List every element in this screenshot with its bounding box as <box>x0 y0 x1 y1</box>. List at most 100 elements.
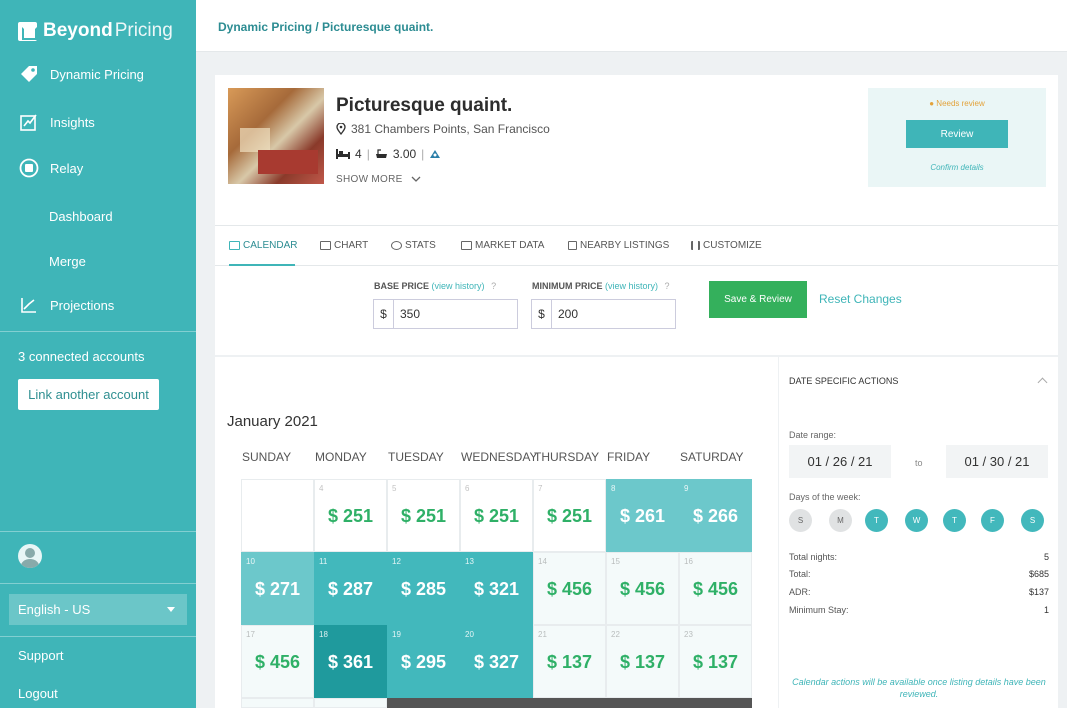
calendar-day[interactable]: 9 $ 266 <box>679 479 752 552</box>
calendar-day[interactable]: 5 $ 251 <box>387 479 460 552</box>
bath-icon <box>375 148 387 158</box>
nav-dashboard[interactable]: Dashboard <box>49 209 113 224</box>
day-number: 16 <box>684 557 693 566</box>
weekday-header: WEDNESDAY <box>461 450 538 464</box>
address-text: 381 Chambers Points, San Francisco <box>351 122 550 136</box>
tab-stats[interactable]: STATS <box>391 240 436 251</box>
stat-value: $685 <box>1028 569 1049 579</box>
active-tab-indicator <box>229 264 295 266</box>
calendar-day[interactable]: 6 $ 251 <box>460 479 533 552</box>
calendar-day-partial[interactable] <box>387 698 460 708</box>
calendar-day[interactable]: 8 $ 261 <box>606 479 679 552</box>
day-number: 19 <box>392 630 401 639</box>
show-more-toggle[interactable]: SHOW MORE <box>336 174 421 185</box>
calendar-day[interactable]: 15 $ 456 <box>606 552 679 625</box>
day-price: $ 266 <box>692 506 739 526</box>
reset-changes-link[interactable]: Reset Changes <box>819 292 902 306</box>
calendar-day[interactable]: 10 $ 271 <box>241 552 314 625</box>
date-range-label: Date range: <box>789 430 837 440</box>
min-help-icon[interactable]: ? <box>665 281 670 291</box>
tab-nearby-listings[interactable]: NEARBY LISTINGS <box>568 240 669 251</box>
chevron-up-icon[interactable] <box>1037 377 1048 388</box>
user-avatar-icon[interactable] <box>18 544 42 568</box>
calendar-day[interactable]: 18 $ 361 <box>314 625 387 698</box>
calendar-day[interactable]: 4 $ 251 <box>314 479 387 552</box>
day-number: 6 <box>465 484 470 493</box>
nav-projections[interactable]: Projections <box>18 295 114 315</box>
nav-insights[interactable]: Insights <box>18 112 95 132</box>
beds-count: 4 <box>355 147 362 161</box>
day-number: 15 <box>611 557 620 566</box>
calendar-day[interactable]: 19 $ 295 <box>387 625 460 698</box>
tab-chart[interactable]: CHART <box>320 240 368 251</box>
top-bar: Dynamic Pricing / Picturesque quaint. <box>196 0 1067 52</box>
weekday-toggle-thursday[interactable]: T <box>943 509 966 532</box>
calendar-day[interactable]: 14 $ 456 <box>533 552 606 625</box>
weekday-toggle-wednesday[interactable]: W <box>905 509 928 532</box>
stat-label: ADR: <box>789 587 811 597</box>
weekday-header: SUNDAY <box>242 450 292 464</box>
brand-logo[interactable]: Beyond Pricing <box>18 20 173 42</box>
date-from-input[interactable]: 01 / 26 / 21 <box>789 445 891 478</box>
projections-icon <box>18 295 40 315</box>
tab-market-data[interactable]: MARKET DATA <box>461 240 544 251</box>
tab-calendar[interactable]: CALENDAR <box>229 240 297 251</box>
calendar-day[interactable]: 7 $ 251 <box>533 479 606 552</box>
logout-link[interactable]: Logout <box>18 686 58 701</box>
min-view-history-link[interactable]: (view history) <box>605 281 658 291</box>
calendar-day[interactable]: 23 $ 137 <box>679 625 752 698</box>
brand-name-light: Pricing <box>114 20 173 41</box>
currency-symbol: $ <box>374 300 394 328</box>
day-price: $ 251 <box>473 506 520 526</box>
weekday-toggle-tuesday[interactable]: T <box>865 509 888 532</box>
base-help-icon[interactable]: ? <box>491 281 496 291</box>
calendar-day-partial[interactable] <box>241 698 314 708</box>
tab-customize[interactable]: CUSTOMIZE <box>691 240 762 251</box>
weekday-toggle-saturday[interactable]: S <box>1021 509 1044 532</box>
breadcrumb[interactable]: Dynamic Pricing / Picturesque quaint. <box>218 20 433 34</box>
tab-label: CUSTOMIZE <box>703 240 762 251</box>
weekday-toggle-monday[interactable]: M <box>829 509 852 532</box>
min-price-input[interactable]: $ 200 <box>531 299 676 329</box>
nav-dynamic-pricing[interactable]: Dynamic Pricing <box>18 64 144 84</box>
stat-row: Minimum Stay: 1 <box>789 605 1049 615</box>
day-number: 21 <box>538 630 547 639</box>
calendar-day-partial[interactable] <box>460 698 533 708</box>
calendar-day[interactable]: 13 $ 321 <box>460 552 533 625</box>
nav-relay[interactable]: Relay <box>18 158 83 178</box>
link-account-button[interactable]: Link another account <box>18 379 159 410</box>
day-price: $ 361 <box>327 652 374 672</box>
base-view-history-link[interactable]: (view history) <box>432 281 485 291</box>
calendar-day[interactable]: 12 $ 285 <box>387 552 460 625</box>
calendar-day[interactable]: 20 $ 327 <box>460 625 533 698</box>
tag-icon <box>18 64 40 84</box>
day-number: 17 <box>246 630 255 639</box>
day-number: 13 <box>465 557 474 566</box>
base-price-input[interactable]: $ 350 <box>373 299 518 329</box>
calendar-day-partial[interactable] <box>533 698 606 708</box>
confirm-details-link[interactable]: Confirm details <box>868 163 1046 172</box>
support-link[interactable]: Support <box>18 648 64 663</box>
day-price: $ 456 <box>619 579 666 599</box>
calendar-day-partial[interactable] <box>679 698 752 708</box>
calendar-day[interactable]: 11 $ 287 <box>314 552 387 625</box>
review-button[interactable]: Review <box>906 120 1008 148</box>
nav-merge[interactable]: Merge <box>49 254 86 269</box>
day-number: 10 <box>246 557 255 566</box>
sidebar-divider <box>0 583 196 584</box>
calendar-day[interactable]: 16 $ 456 <box>679 552 752 625</box>
save-review-button[interactable]: Save & Review <box>709 281 807 318</box>
language-select[interactable]: English - US <box>9 594 187 625</box>
calendar-day[interactable]: 17 $ 456 <box>241 625 314 698</box>
weekday-toggle-friday[interactable]: F <box>981 509 1004 532</box>
calendar-day[interactable]: 21 $ 137 <box>533 625 606 698</box>
calendar-day[interactable]: 22 $ 137 <box>606 625 679 698</box>
day-price: $ 295 <box>400 652 447 672</box>
stat-value: 5 <box>1043 552 1049 562</box>
day-number: 18 <box>319 630 328 639</box>
date-to-input[interactable]: 01 / 30 / 21 <box>946 445 1048 478</box>
calendar-day-partial[interactable] <box>606 698 679 708</box>
weekday-toggle-sunday[interactable]: S <box>789 509 812 532</box>
weekday-header: TUESDAY <box>388 450 444 464</box>
calendar-day-partial[interactable] <box>314 698 387 708</box>
